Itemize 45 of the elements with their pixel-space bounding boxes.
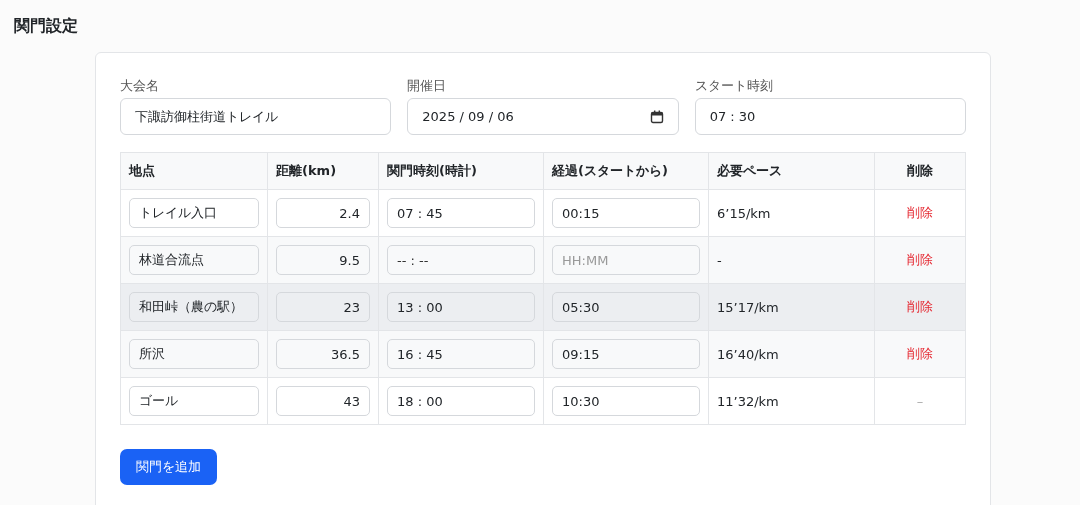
column-header: 経過(スタートから) (543, 152, 709, 190)
point-field[interactable]: 林道合流点 (129, 245, 259, 275)
text-field[interactable]: 07 : 30 (694, 98, 966, 135)
delete-button[interactable]: 削除 (907, 204, 933, 222)
delete-button[interactable]: 削除 (907, 251, 933, 269)
pace-text: 15’17/km (717, 299, 779, 315)
distance-field[interactable]: 36.5 (276, 339, 370, 369)
distance-field[interactable]: 23 (276, 292, 370, 322)
elapsed-field[interactable]: 10:30 (552, 386, 700, 416)
elapsed-field[interactable]: 09:15 (552, 339, 700, 369)
cutoff-time-field[interactable]: 18 : 00 (387, 386, 535, 416)
point-field[interactable]: トレイル入口 (129, 198, 259, 228)
distance-field[interactable]: 43 (276, 386, 370, 416)
text-field[interactable]: 下諏訪御柱街道トレイル (120, 98, 392, 135)
point-field[interactable]: ゴール (129, 386, 259, 416)
date-field[interactable]: 2025 / 09 / 06 (407, 98, 679, 135)
field-label: 開催日 (407, 77, 448, 94)
column-header: 距離(km) (267, 152, 379, 190)
cutoff-time-field[interactable]: 13 : 00 (387, 292, 535, 322)
field-label: スタート時刻 (694, 77, 774, 94)
point-field[interactable]: 所沢 (129, 339, 259, 369)
cutoff-time-field[interactable]: 16 : 45 (387, 339, 535, 369)
delete-button[interactable]: 削除 (907, 298, 933, 316)
disabled-dash: – (916, 393, 924, 409)
pace-text: 6’15/km (717, 205, 771, 221)
column-header: 必要ペース (708, 152, 875, 190)
field-label: 大会名 (120, 77, 160, 94)
column-header: 関門時刻(時計) (378, 152, 544, 190)
cutoff-time-field[interactable]: -- : -- (387, 245, 535, 275)
elapsed-field[interactable]: 00:15 (552, 198, 700, 228)
elapsed-field[interactable]: 05:30 (552, 292, 700, 322)
cutoff-time-field[interactable]: 07 : 45 (387, 198, 535, 228)
point-field[interactable]: 和田峠（農の駅） (129, 292, 259, 322)
column-header: 削除 (874, 152, 966, 190)
column-header: 地点 (120, 152, 268, 190)
delete-button[interactable]: 削除 (907, 345, 933, 363)
pace-text: 11’32/km (717, 393, 779, 409)
pace-text: - (717, 252, 722, 268)
add-checkpoint-button[interactable]: 関門を追加 (120, 449, 217, 485)
elapsed-field[interactable]: HH:MM (552, 245, 700, 275)
distance-field[interactable]: 2.4 (276, 198, 370, 228)
calendar-icon[interactable] (649, 109, 664, 124)
page-title: 関門設定 (14, 15, 79, 37)
distance-field[interactable]: 9.5 (276, 245, 370, 275)
pace-text: 16’40/km (717, 346, 779, 362)
